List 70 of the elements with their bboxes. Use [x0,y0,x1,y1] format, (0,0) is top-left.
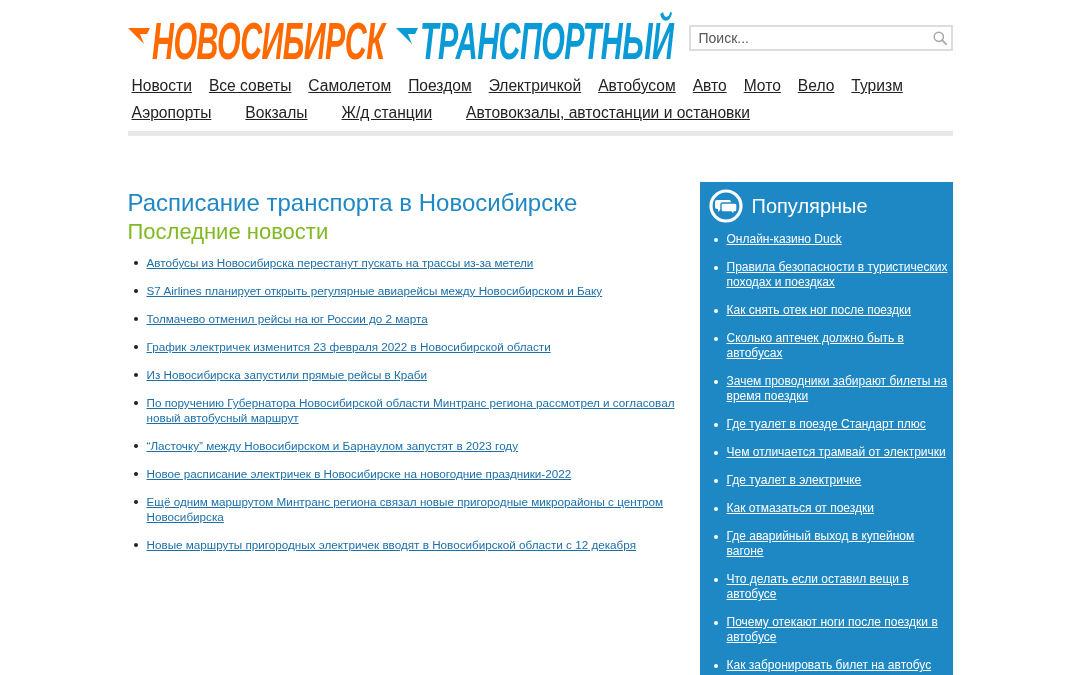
search-icon[interactable] [932,31,947,45]
speed-stripe-icon [395,28,418,44]
sidebar-title: Популярные [751,194,868,219]
popular-link[interactable]: Где туалет в электричке [726,473,862,488]
bullet-icon [713,337,718,341]
news-link[interactable]: Автобусы из Новосибирска перестанут пускать на трассы из-за метели [146,255,534,270]
nav-link[interactable]: Авто [692,72,727,99]
news-link[interactable]: Новые маршруты пригородных электричек вводят в Новосибирской области с 12 декабря [146,537,636,552]
bullet-icon [133,543,138,547]
bullet-icon [713,664,718,668]
nav-link[interactable]: Вело [797,72,835,99]
search-field[interactable]: Поиск... [688,25,953,51]
popular-link[interactable]: Как снять отек ног после поездки [726,303,911,318]
popular-link[interactable]: Сколько аптечек должно быть в автобусах [726,331,949,361]
bullet-icon [713,621,718,625]
bullet-icon [133,500,138,504]
nav-link[interactable]: Аэропорты [131,99,212,126]
bullet-icon [133,345,138,349]
bullet-icon [133,261,138,265]
popular-link[interactable]: Где аварийный выход в купейном вагоне [726,529,949,559]
page-title: Расписание транспорта в Новосибирске [127,189,579,217]
bullet-icon [133,373,138,377]
popular-link[interactable]: Как забронировать билет на автобус [726,658,932,673]
speed-stripe-icon [127,28,150,44]
popular-link[interactable]: Правила безопасности в туристических походах и поездках [726,260,949,290]
bullet-icon [713,309,718,313]
news-link[interactable]: График электричек изменится 23 февраля 2022 в Новосибирской области [146,339,551,354]
bullet-icon [133,289,138,293]
bullet-icon [713,423,718,427]
nav-link[interactable]: Вокзалы [245,99,308,126]
news-link[interactable]: Из Новосибирска запустили прямые рейсы в Краби [146,367,428,382]
bullet-icon [713,380,718,384]
bullet-icon [133,401,138,405]
nav-link[interactable]: Поездом [408,72,472,99]
chat-bubbles-icon [708,189,743,223]
popular-link[interactable]: Где туалет в поезде Стандарт плюс [726,417,926,432]
bullet-icon [133,317,138,321]
news-link[interactable]: S7 Airlines планирует открыть регулярные авиарейсы между Новосибирском и Баку [146,283,603,298]
popular-link[interactable]: Как отмазаться от поездки [726,501,874,516]
nav-link[interactable]: Туризм [851,72,903,99]
popular-link[interactable]: Чем отличается трамвай от электрички [726,445,946,460]
bullet-icon [713,578,718,582]
nav-link[interactable]: Ж/д станции [341,99,433,126]
logo-text: ТРАНСПОРТНЫЙ [419,11,676,71]
popular-link[interactable]: Что делать если оставил вещи в автобусе [726,572,949,602]
popular-link[interactable]: Зачем проводники забирают билеты на время поездки [726,374,949,404]
nav-link[interactable]: Автовокзалы, автостанции и остановки [466,99,750,126]
nav-link[interactable]: Мото [743,72,781,99]
logo-text: НОВОСИБИРСК [151,11,391,71]
bullet-icon [713,507,718,511]
nav-link[interactable]: Самолетом [308,72,392,99]
news-link[interactable]: Толмачево отменил рейсы на юг России до 2 марта [146,311,428,326]
popular-link[interactable]: Почему отекают ноги после поездки в автобусе [726,615,949,645]
bullet-icon [713,266,718,270]
bullet-icon [713,451,718,455]
bullet-icon [713,238,718,242]
popular-link[interactable]: Онлайн-казино Duck [726,232,842,247]
bullet-icon [133,472,138,476]
news-link[interactable]: Новое расписание электричек в Новосибирске на новогодние праздники-2022 [146,466,572,481]
nav-link[interactable]: Электричкой [488,72,582,99]
nav-link[interactable]: Автобусом [598,72,676,99]
bullet-icon [713,535,718,539]
nav-link[interactable]: Все советы [208,72,292,99]
news-link[interactable]: Ещё одним маршрутом Минтранс региона связал новые пригородные микрорайоны с центром Новосибирска [146,494,688,524]
nav-link[interactable]: Новости [131,72,192,99]
bullet-icon [713,479,718,483]
news-link[interactable]: По поручению Губернатора Новосибирской области Минтранс региона рассмотрел и согласовал новый автобусный маршрут [146,395,688,425]
section-heading: Последние новости [127,219,330,245]
news-link[interactable]: “Ласточку” между Новосибирском и Барнаулом запустят в 2023 году [146,438,519,453]
bullet-icon [133,444,138,448]
